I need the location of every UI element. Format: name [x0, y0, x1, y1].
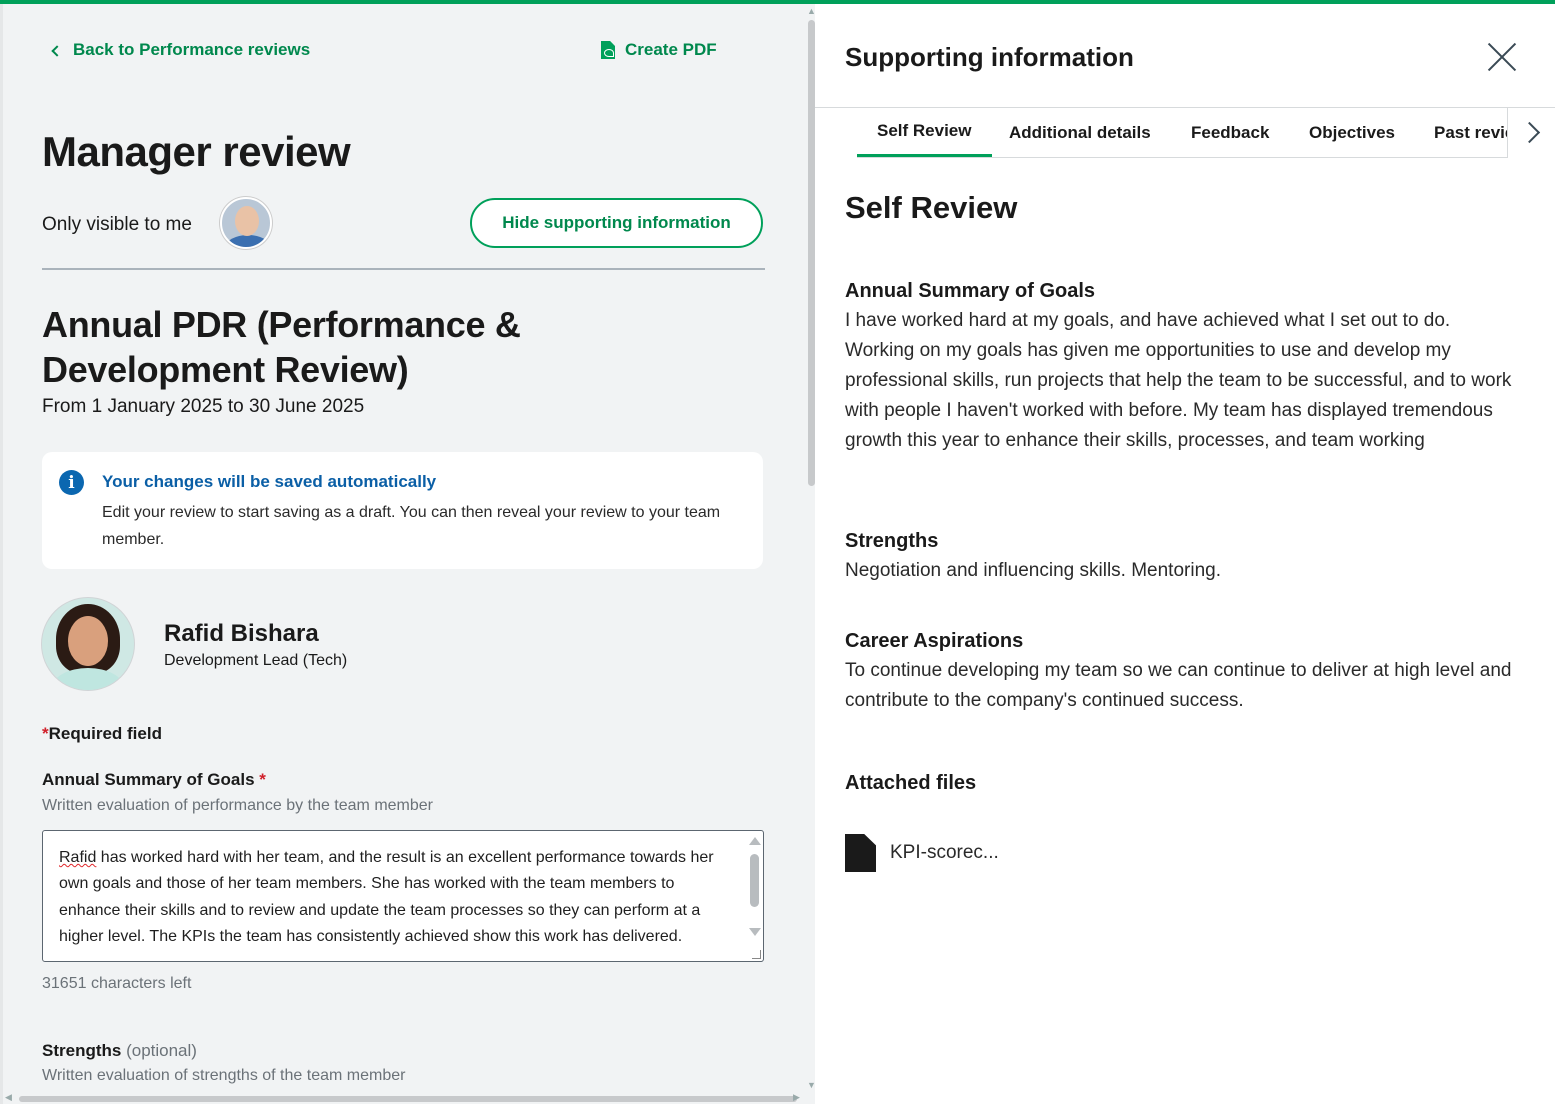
- review-form-pane: Back to Performance reviews Create PDF M…: [0, 4, 815, 1104]
- page-title: Manager review: [42, 128, 351, 175]
- supporting-info-panel: Supporting information Self Review Addit…: [815, 4, 1555, 1104]
- self-review-title: Self Review: [845, 190, 1018, 225]
- tab-self-review[interactable]: Self Review: [857, 108, 992, 157]
- scroll-left-icon[interactable]: ◀: [5, 1092, 12, 1103]
- file-name: KPI-scorec...: [890, 842, 999, 863]
- resize-handle-icon[interactable]: [752, 950, 761, 959]
- scroll-thumb[interactable]: [19, 1096, 797, 1102]
- required-note-text: Required field: [48, 724, 162, 743]
- strengths-label-text: Strengths: [42, 1041, 122, 1060]
- career-heading: Career Aspirations: [845, 630, 1024, 652]
- tab-past-reviews[interactable]: Past reviews: [1434, 108, 1507, 157]
- scroll-down-icon[interactable]: ▼: [807, 1080, 815, 1090]
- goals-body: I have worked hard at my goals, and have…: [845, 310, 1512, 451]
- panel-title: Supporting information: [845, 42, 1134, 72]
- attached-file[interactable]: KPI-scorec...: [845, 834, 999, 872]
- required-star: *: [259, 770, 266, 789]
- header-divider: [42, 268, 765, 270]
- visibility-note: Only visible to me: [42, 214, 192, 235]
- misspelled-word: Rafid: [59, 849, 97, 866]
- goals-field-label: Annual Summary of Goals *: [42, 770, 266, 790]
- autosave-info-box: i Your changes will be saved automatical…: [42, 452, 763, 569]
- manager-avatar: [220, 197, 272, 249]
- close-icon[interactable]: [1485, 40, 1519, 74]
- scroll-up-icon[interactable]: ▲: [807, 6, 815, 16]
- create-pdf-label: Create PDF: [625, 40, 717, 59]
- info-title: Your changes will be saved automatically: [102, 472, 437, 491]
- goals-textarea[interactable]: Rafid has worked hard with her team, and…: [42, 830, 764, 962]
- pdf-file-icon: [601, 41, 615, 59]
- tab-feedback[interactable]: Feedback: [1191, 108, 1269, 157]
- strengths-heading: Strengths: [845, 530, 939, 552]
- left-pane-vertical-scrollbar[interactable]: ▲ ▼: [806, 4, 815, 1104]
- team-member-avatar: [42, 598, 134, 690]
- scroll-thumb[interactable]: [808, 20, 815, 486]
- strengths-field-help: Written evaluation of strengths of the t…: [42, 1067, 406, 1084]
- scroll-right-icon[interactable]: ▶: [793, 1092, 800, 1103]
- top-accent-line: [0, 0, 1555, 4]
- scroll-up-icon[interactable]: [749, 837, 761, 845]
- career-body: To continue developing my team so we can…: [845, 660, 1512, 711]
- left-pane-horizontal-scrollbar[interactable]: ◀ ▶: [3, 1092, 806, 1104]
- info-body: Edit your review to start saving as a dr…: [102, 504, 721, 548]
- goals-label-text: Annual Summary of Goals: [42, 770, 255, 789]
- strengths-body: Negotiation and influencing skills. Ment…: [845, 560, 1221, 581]
- team-member-role: Development Lead (Tech): [164, 652, 348, 669]
- optional-tag: (optional): [126, 1041, 197, 1060]
- characters-left-counter: 31651 characters left: [42, 975, 192, 992]
- tab-objectives[interactable]: Objectives: [1309, 108, 1395, 157]
- chevron-right-icon[interactable]: [1507, 108, 1555, 158]
- goals-field-help: Written evaluation of performance by the…: [42, 797, 433, 814]
- review-date-range: From 1 January 2025 to 30 June 2025: [42, 396, 365, 417]
- file-icon: [845, 834, 876, 872]
- strengths-field-label: Strengths (optional): [42, 1041, 197, 1061]
- hide-supporting-info-button[interactable]: Hide supporting information: [470, 198, 763, 248]
- attached-files-heading: Attached files: [845, 772, 977, 794]
- scroll-down-icon[interactable]: [749, 928, 761, 936]
- review-title: Annual PDR (Performance & Development Re…: [42, 304, 521, 390]
- create-pdf-link[interactable]: Create PDF: [601, 40, 717, 60]
- required-field-note: *Required field: [42, 724, 162, 744]
- info-icon: i: [59, 470, 84, 495]
- back-to-reviews-link[interactable]: Back to Performance reviews: [51, 40, 311, 60]
- goals-textarea-text: Rafid has worked hard with her team, and…: [59, 845, 729, 950]
- supporting-info-tabs: Self Review Additional details Feedback …: [857, 108, 1507, 158]
- required-star: *: [42, 724, 49, 743]
- scroll-thumb[interactable]: [750, 854, 759, 907]
- textarea-scrollbar[interactable]: [746, 832, 762, 960]
- goals-text-rest: has worked hard with her team, and the r…: [59, 849, 714, 945]
- chevron-left-icon: [51, 44, 63, 57]
- goals-heading: Annual Summary of Goals: [845, 280, 1096, 302]
- back-link-label: Back to Performance reviews: [73, 40, 311, 59]
- team-member-name: Rafid Bishara: [164, 620, 319, 647]
- tab-additional-details[interactable]: Additional details: [1009, 108, 1151, 157]
